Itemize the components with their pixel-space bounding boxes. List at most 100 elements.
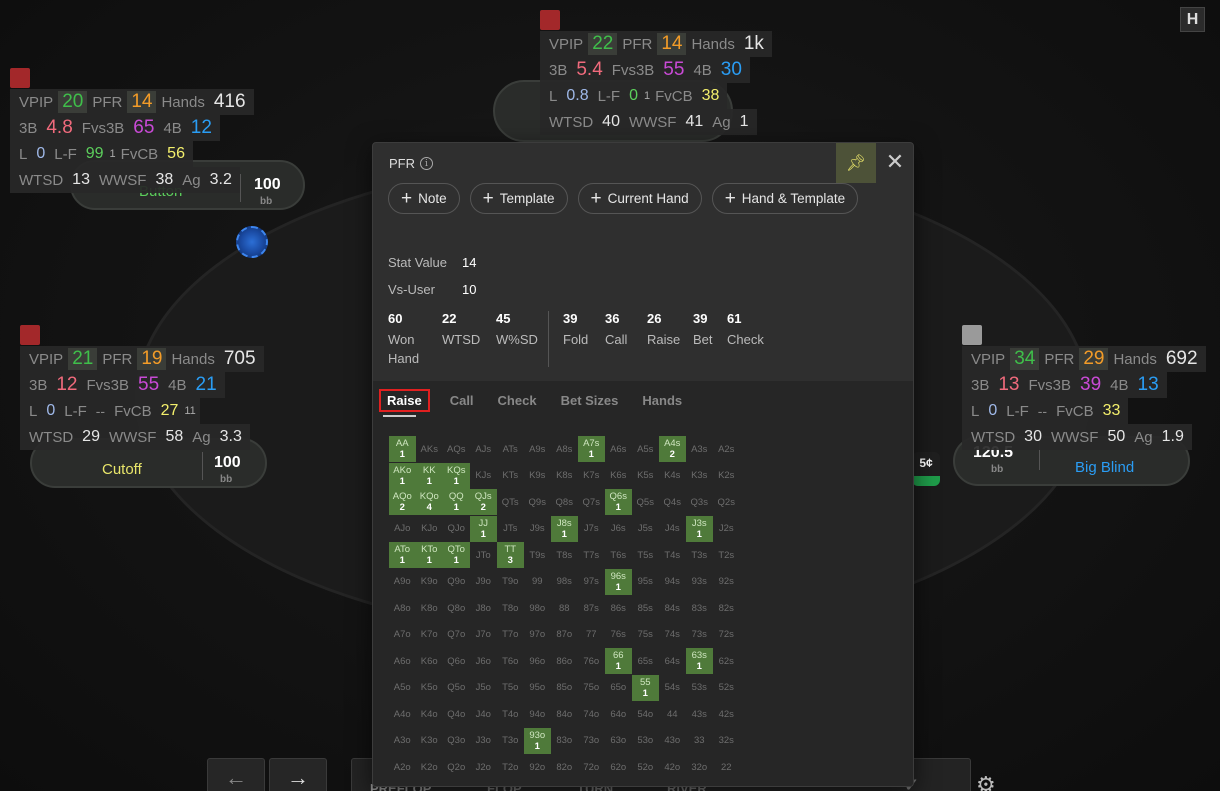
hand-cell[interactable]: T3s	[686, 542, 713, 568]
close-button[interactable]: ✕	[883, 150, 907, 174]
hand-cell[interactable]: T5o	[497, 675, 524, 701]
hud-ag[interactable]: 1	[736, 113, 753, 131]
hand-cell[interactable]: 85o	[551, 675, 578, 701]
hand-cell[interactable]: K6s	[605, 463, 632, 489]
hand-cell[interactable]: AJs	[470, 436, 497, 462]
hud-4b[interactable]: 21	[192, 374, 221, 396]
hand-cell[interactable]: 73o	[578, 728, 605, 754]
hand-cell[interactable]: 77	[578, 622, 605, 648]
hud-fvcb[interactable]: 56	[163, 145, 189, 163]
hud-big-blind-player[interactable]: VPIP 34 PFR 29 Hands 692 3B 13 Fvs3B 39 4B 13 L 0 L-…	[962, 346, 1206, 450]
hand-cell[interactable]: AJo	[389, 516, 416, 542]
hud-fvcb[interactable]: 38	[698, 87, 724, 105]
hand-cell[interactable]: J7o	[470, 622, 497, 648]
hand-cell[interactable]: T8s	[551, 542, 578, 568]
back-button[interactable]: ←	[207, 758, 265, 791]
hand-cell[interactable]: 32o	[686, 754, 713, 780]
hud-fvs3b[interactable]: 65	[129, 117, 158, 139]
hand-cell[interactable]: 52o	[632, 754, 659, 780]
hud-vpip[interactable]: 21	[68, 348, 98, 370]
hand-cell[interactable]: K2s	[713, 463, 740, 489]
hand-cell[interactable]: J9s	[524, 516, 551, 542]
hud-vpip[interactable]: 34	[1010, 348, 1040, 370]
hud-4b[interactable]: 30	[717, 59, 746, 81]
hud-wwsf[interactable]: 41	[681, 113, 707, 131]
hand-cell[interactable]: K9s	[524, 463, 551, 489]
hand-cell[interactable]: AKs	[416, 436, 443, 462]
hand-cell[interactable]: AQs	[443, 436, 470, 462]
hud-pfr[interactable]: 19	[137, 348, 167, 370]
tab-check[interactable]: Check	[486, 389, 549, 412]
hand-cell[interactable]: J4s	[659, 516, 686, 542]
hand-cell[interactable]: JTo	[470, 542, 497, 568]
hand-cell[interactable]: 64o	[605, 701, 632, 727]
hand-cell[interactable]: K8s	[551, 463, 578, 489]
hand-cell[interactable]: 53o	[632, 728, 659, 754]
hud-hands[interactable]: 692	[1162, 348, 1202, 370]
hand-cell[interactable]: ATs	[497, 436, 524, 462]
hand-cell[interactable]: 83o	[551, 728, 578, 754]
add-hand-template-button[interactable]: + Hand & Template	[711, 183, 859, 214]
hand-cell[interactable]: 75o	[578, 675, 605, 701]
hand-cell[interactable]: J2s	[713, 516, 740, 542]
hand-cell[interactable]: A2s	[713, 436, 740, 462]
hand-cell[interactable]: Q2o	[443, 754, 470, 780]
hud-lf[interactable]: --	[92, 403, 109, 419]
hand-cell[interactable]: 97s	[578, 569, 605, 595]
hud-hands[interactable]: 416	[210, 91, 250, 113]
hand-cell[interactable]: T5s	[632, 542, 659, 568]
hand-cell[interactable]: 42o	[659, 754, 686, 780]
hud-wtsd[interactable]: 13	[68, 171, 94, 189]
hand-cell[interactable]: T7o	[497, 622, 524, 648]
hud-vpip[interactable]: 20	[58, 91, 88, 113]
hand-cell[interactable]: 74o	[578, 701, 605, 727]
hand-cell[interactable]: 63o	[605, 728, 632, 754]
hand-cell[interactable]: 32s	[713, 728, 740, 754]
hud-top-player[interactable]: VPIP 22 PFR 14 Hands 1k 3B 5.4 Fvs3B 55 4B 30 L 0.8…	[540, 31, 772, 135]
player-tag-icon[interactable]	[540, 10, 560, 30]
hud-ag[interactable]: 3.3	[216, 428, 246, 446]
hud-ag[interactable]: 3.2	[206, 171, 236, 189]
hand-cell[interactable]: 98s	[551, 569, 578, 595]
hand-cell[interactable]: KTo 1	[416, 542, 443, 568]
hand-cell[interactable]: 44	[659, 701, 686, 727]
hud-pfr[interactable]: 14	[127, 91, 157, 113]
hand-cell[interactable]: A9s	[524, 436, 551, 462]
hud-wtsd[interactable]: 40	[598, 113, 624, 131]
hud-wtsd[interactable]: 29	[78, 428, 104, 446]
hud-3b[interactable]: 12	[52, 374, 81, 396]
hand-cell[interactable]: JJ 1	[470, 515, 497, 542]
hand-cell[interactable]: T7s	[578, 542, 605, 568]
hud-l[interactable]: 0	[42, 402, 59, 420]
hand-cell[interactable]: J2o	[470, 754, 497, 780]
hand-cell[interactable]: T2s	[713, 542, 740, 568]
hand-cell[interactable]: 92s	[713, 569, 740, 595]
hand-cell[interactable]: QTo 1	[443, 542, 470, 568]
hand-cell[interactable]: Q8s	[551, 489, 578, 515]
hand-cell[interactable]: QJs 2	[470, 489, 497, 515]
hand-cell[interactable]: KQs 1	[443, 462, 470, 489]
hand-cell[interactable]: Q7s	[578, 489, 605, 515]
hand-cell[interactable]: QJo	[443, 516, 470, 542]
hand-cell[interactable]: QQ 1	[443, 489, 470, 515]
hud-hands[interactable]: 1k	[740, 33, 768, 55]
hand-cell[interactable]: Q7o	[443, 622, 470, 648]
hand-cell[interactable]: A4s 2	[659, 436, 686, 462]
hand-cell[interactable]: A5s	[632, 436, 659, 462]
player-tag-icon[interactable]	[962, 325, 982, 345]
tab-bet-sizes[interactable]: Bet Sizes	[549, 389, 631, 412]
hud-fvs3b[interactable]: 55	[134, 374, 163, 396]
app-logo-button[interactable]: H	[1180, 7, 1205, 32]
hud-4b[interactable]: 12	[187, 117, 216, 139]
hud-vpip[interactable]: 22	[588, 33, 618, 55]
hand-cell[interactable]: T6o	[497, 648, 524, 674]
hand-cell[interactable]: 92o	[524, 754, 551, 780]
hand-cell[interactable]: 22	[713, 754, 740, 780]
hand-cell[interactable]: K8o	[416, 595, 443, 621]
pin-button[interactable]: 📌︎	[836, 143, 876, 183]
hand-cell[interactable]: 66 1	[605, 648, 632, 674]
hand-cell[interactable]: A7o	[389, 622, 416, 648]
hud-wwsf[interactable]: 58	[161, 428, 187, 446]
hand-cell[interactable]: A3o	[389, 728, 416, 754]
hand-cell[interactable]: 82s	[713, 595, 740, 621]
